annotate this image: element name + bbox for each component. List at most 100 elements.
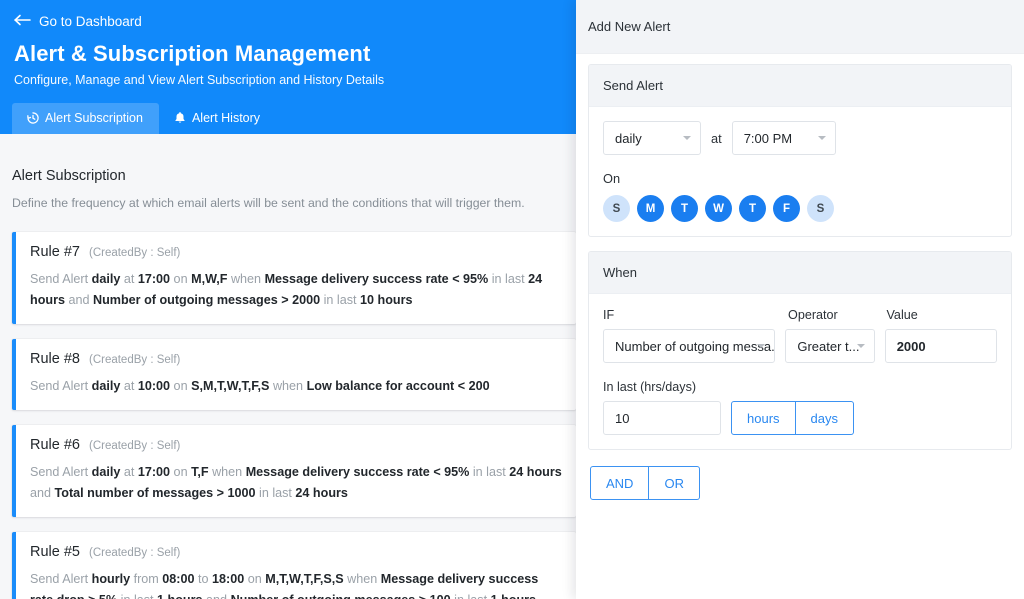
value-input[interactable]: 2000 bbox=[884, 329, 997, 363]
tab-alert-history-label: Alert History bbox=[191, 111, 261, 125]
rule-list: Rule #7 (CreatedBy : Self) Send Alert dail… bbox=[12, 232, 576, 599]
day-toggle-4[interactable]: T bbox=[739, 195, 766, 222]
rule-text-segment: daily bbox=[91, 465, 121, 479]
rule-card[interactable]: Rule #6 (CreatedBy : Self) Send Alert dail… bbox=[12, 425, 576, 517]
rule-text-segment: Send Alert bbox=[30, 465, 92, 479]
rule-text-segment: M,T,W,T,F,S,S bbox=[265, 572, 344, 586]
panel-header: Add New Alert bbox=[576, 0, 1024, 54]
rule-text-segment: in last bbox=[117, 593, 157, 599]
rule-description: Send Alert hourly from 08:00 to 18:00 on… bbox=[30, 560, 562, 599]
rule-text-segment: daily bbox=[91, 379, 121, 393]
rule-text-segment: Message delivery success rate < 95% bbox=[264, 272, 489, 286]
day-toggle-2[interactable]: T bbox=[671, 195, 698, 222]
rule-text-segment: Total number of messages > 1000 bbox=[54, 486, 256, 500]
rule-creator: (CreatedBy : Self) bbox=[88, 547, 181, 559]
app-root: Go to Dashboard Alert & Subscription Man… bbox=[0, 0, 1024, 599]
rule-text-segment: from bbox=[130, 572, 163, 586]
rule-text-segment: in last bbox=[469, 465, 510, 479]
section-header: Alert Subscription Define the frequency … bbox=[12, 168, 572, 210]
rule-text-segment: Send Alert bbox=[30, 379, 92, 393]
rule-text-segment: on bbox=[170, 272, 192, 286]
rule-text-segment: 08:00 bbox=[162, 572, 195, 586]
send-alert-body: daily at 7:00 PM On SMTWTFS bbox=[589, 107, 1011, 236]
rule-name: Rule #8 bbox=[30, 351, 80, 367]
time-select-value: 7:00 PM bbox=[743, 130, 793, 146]
rule-text-segment: Send Alert bbox=[30, 572, 92, 586]
rule-text-segment: 18:00 bbox=[212, 572, 245, 586]
on-label: On bbox=[603, 171, 621, 186]
rule-text-segment: and bbox=[64, 293, 93, 307]
unit-days-button[interactable]: days bbox=[795, 401, 854, 435]
rule-text-segment: and bbox=[30, 486, 55, 500]
rule-name: Rule #6 bbox=[30, 437, 80, 453]
arrow-left-icon bbox=[14, 14, 31, 29]
rule-text-segment: 10:00 bbox=[137, 379, 171, 393]
bell-icon bbox=[173, 111, 187, 125]
operator-select-value: Greater t... bbox=[797, 338, 860, 354]
section-title: Alert Subscription bbox=[12, 168, 126, 184]
chevron-down-icon bbox=[757, 344, 766, 348]
rule-header: Rule #5 (CreatedBy : Self) bbox=[30, 544, 562, 560]
unit-toggle-group: hours days bbox=[731, 401, 854, 435]
rule-text-segment: to bbox=[194, 572, 213, 586]
and-button[interactable]: AND bbox=[590, 466, 650, 500]
page-title: Alert & Subscription Management bbox=[14, 41, 371, 66]
page-hero-banner: Go to Dashboard Alert & Subscription Man… bbox=[0, 0, 576, 134]
tab-alert-subscription[interactable]: Alert Subscription bbox=[12, 103, 159, 134]
rule-text-segment: in last bbox=[451, 593, 491, 599]
frequency-select[interactable]: daily bbox=[603, 121, 701, 155]
at-label: at bbox=[711, 130, 722, 146]
rule-card[interactable]: Rule #7 (CreatedBy : Self) Send Alert dail… bbox=[12, 232, 576, 324]
rule-name: Rule #7 bbox=[30, 244, 80, 260]
rule-text-segment: M,W,F bbox=[191, 272, 228, 286]
in-last-input[interactable]: 10 bbox=[603, 401, 721, 435]
time-select[interactable]: 7:00 PM bbox=[731, 121, 836, 155]
day-toggle-6[interactable]: S bbox=[807, 195, 834, 222]
panel-title: Add New Alert bbox=[588, 19, 671, 34]
when-header: When bbox=[589, 252, 1011, 294]
day-toggle-1[interactable]: M bbox=[637, 195, 664, 222]
rule-text-segment: Message delivery success rate < 95% bbox=[245, 465, 470, 479]
rule-text-segment: Number of outgoing messages > 2000 bbox=[93, 293, 321, 307]
rule-text-segment: 10 hours bbox=[360, 293, 413, 307]
rule-text-segment: in last bbox=[255, 486, 296, 500]
rule-header: Rule #8 (CreatedBy : Self) bbox=[30, 351, 562, 367]
rule-creator: (CreatedBy : Self) bbox=[88, 247, 181, 259]
frequency-row: daily at 7:00 PM bbox=[603, 121, 997, 155]
rule-text-segment: Number of outgoing messages > 100 bbox=[231, 593, 451, 599]
if-select-value: Number of outgoing messa... bbox=[615, 338, 776, 354]
logic-row: AND OR bbox=[588, 464, 1012, 500]
chevron-down-icon bbox=[817, 136, 826, 140]
rule-text-segment: in last bbox=[488, 272, 529, 286]
go-to-dashboard-link[interactable]: Go to Dashboard bbox=[0, 10, 142, 29]
tab-alert-history[interactable]: Alert History bbox=[159, 103, 276, 134]
day-toggle-3[interactable]: W bbox=[705, 195, 732, 222]
rule-text-segment: on bbox=[170, 379, 192, 393]
day-toggle-5[interactable]: F bbox=[773, 195, 800, 222]
tab-bar: Alert Subscription Alert History bbox=[12, 103, 276, 134]
day-toggle-0[interactable]: S bbox=[603, 195, 630, 222]
rule-description: Send Alert daily at 17:00 on M,W,F when … bbox=[30, 260, 562, 311]
section-description: Define the frequency at which email aler… bbox=[12, 196, 525, 210]
rule-text-segment: at bbox=[120, 379, 138, 393]
unit-hours-button[interactable]: hours bbox=[731, 401, 796, 435]
when-body: IF Operator Value Number of outgoing mes… bbox=[589, 294, 1011, 449]
rule-card[interactable]: Rule #8 (CreatedBy : Self) Send Alert dail… bbox=[12, 339, 576, 410]
add-new-alert-panel: Add New Alert Send Alert daily at 7:00 P… bbox=[576, 0, 1024, 599]
if-select[interactable]: Number of outgoing messa... bbox=[603, 329, 776, 363]
send-alert-card: Send Alert daily at 7:00 PM On S M T W T… bbox=[588, 64, 1012, 237]
rule-text-segment: and bbox=[203, 593, 231, 599]
day-selector: SMTWTFS bbox=[603, 195, 997, 222]
rule-card[interactable]: Rule #5 (CreatedBy : Self) Send Alert hour… bbox=[12, 532, 576, 599]
rule-text-segment: in last bbox=[320, 293, 361, 307]
operator-select[interactable]: Greater t... bbox=[785, 329, 875, 363]
rule-text-segment: 1 hours bbox=[491, 593, 537, 599]
rule-text-segment: 24 hours bbox=[295, 486, 348, 500]
in-last-row: 10 hours days bbox=[603, 401, 997, 435]
chevron-down-icon bbox=[856, 344, 865, 348]
rule-text-segment: when bbox=[227, 272, 265, 286]
rule-text-segment: at bbox=[120, 465, 138, 479]
or-button[interactable]: OR bbox=[649, 466, 700, 500]
frequency-select-value: daily bbox=[615, 130, 642, 146]
rule-text-segment: at bbox=[120, 272, 138, 286]
